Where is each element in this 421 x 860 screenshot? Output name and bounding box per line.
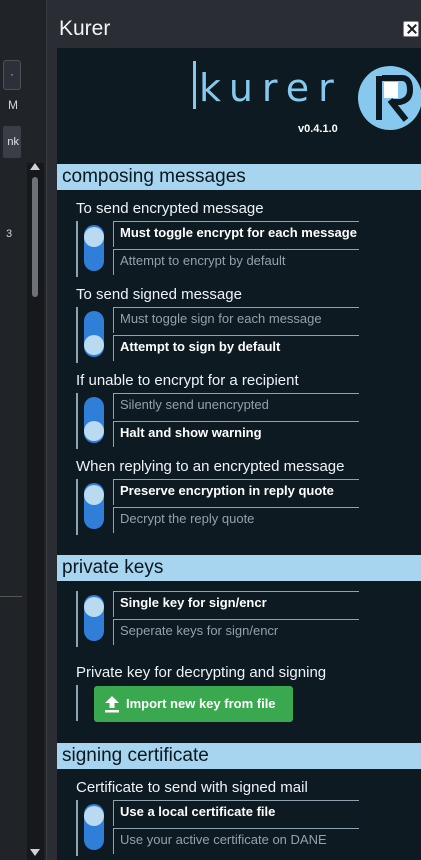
toggle-knob [84,227,104,247]
toggle-knob [84,421,104,441]
encrypt-toggle[interactable] [84,225,104,271]
label-private-key-decrypting: Private key for decrypting and signing [76,664,327,681]
block-border [76,307,78,363]
option-preserve-encryption[interactable]: Preserve encryption in reply quote [113,479,363,505]
label-send-signed: To send signed message [76,286,242,303]
label-certificate-signed-mail: Certificate to send with signed mail [76,779,308,796]
option-single-key[interactable]: Single key for sign/encr [113,591,363,617]
version-label: v0.4.1.0 [298,123,338,135]
close-icon[interactable] [403,21,419,37]
upload-icon [105,696,119,713]
unable-encrypt-toggle[interactable] [84,397,104,443]
option-dane-certificate[interactable]: Use your active certificate on DANE [113,828,363,854]
option-separate-keys[interactable]: Seperate keys for sign/encr [113,619,363,645]
import-key-block: Import new key from file [76,685,376,725]
option-must-toggle-sign[interactable]: Must toggle sign for each message [113,307,363,333]
kurer-logo: kurer v0.4.1.0 [57,48,421,164]
toggle-block-encrypt: Must toggle encrypt for each message Att… [76,221,366,277]
background-divider [0,596,22,597]
logo-text: kurer [199,66,343,110]
kurer-panel: Kurer kurer v0.4.1.0 composing messages … [46,0,421,860]
kurer-logo-icon [358,66,421,130]
keys-toggle[interactable] [84,595,104,641]
label-replying-encrypted: When replying to an encrypted message [76,458,345,475]
panel-header: Kurer [47,0,421,48]
background-tag[interactable]: nk [3,126,21,158]
option-local-certificate[interactable]: Use a local certificate file [113,800,363,826]
background-button[interactable]: · [3,60,21,90]
section-composing-messages: composing messages [57,164,421,190]
option-halt-warning[interactable]: Halt and show warning [113,421,363,447]
toggle-block-sign: Must toggle sign for each message Attemp… [76,307,366,363]
toggle-knob [84,485,104,505]
scroll-down-icon[interactable] [30,849,40,856]
toggle-block-certificate: Use a local certificate file Use your ac… [76,800,366,856]
option-decrypt-reply[interactable]: Decrypt the reply quote [113,507,363,533]
toggle-block-keys: Single key for sign/encr Seperate keys f… [76,591,366,647]
block-border [76,685,78,721]
logo-bar [193,61,196,109]
label-unable-encrypt: If unable to encrypt for a recipient [76,372,299,389]
scroll-thumb[interactable] [32,177,38,297]
background-label-m: M [8,98,18,112]
toggle-block-reply: Preserve encryption in reply quote Decry… [76,479,366,535]
scroll-up-icon[interactable] [30,163,40,170]
section-private-keys: private keys [57,555,421,581]
reply-toggle[interactable] [84,483,104,529]
import-key-button[interactable]: Import new key from file [94,686,293,722]
block-border [76,591,78,647]
option-must-toggle-encrypt[interactable]: Must toggle encrypt for each message [113,221,363,247]
panel-scrollbar[interactable] [27,163,44,860]
block-border [76,800,78,856]
panel-title: Kurer [59,17,111,40]
import-key-label: Import new key from file [126,696,276,711]
certificate-toggle[interactable] [84,804,104,850]
sign-toggle[interactable] [84,311,104,357]
toggle-block-unable-encrypt: Silently send unencrypted Halt and show … [76,393,366,449]
toggle-knob [84,335,104,355]
block-border [76,393,78,449]
background-label-3: 3 [6,228,13,240]
toggle-knob [84,806,104,826]
option-attempt-sign-default[interactable]: Attempt to sign by default [113,335,363,361]
option-attempt-encrypt-default[interactable]: Attempt to encrypt by default [113,249,363,275]
toggle-knob [84,597,104,617]
block-border [76,479,78,535]
option-silently-send[interactable]: Silently send unencrypted [113,393,363,419]
section-signing-certificate: signing certificate [57,743,421,769]
block-border [76,221,78,277]
panel-content: kurer v0.4.1.0 composing messages To sen… [57,48,421,860]
label-send-encrypted: To send encrypted message [76,200,264,217]
